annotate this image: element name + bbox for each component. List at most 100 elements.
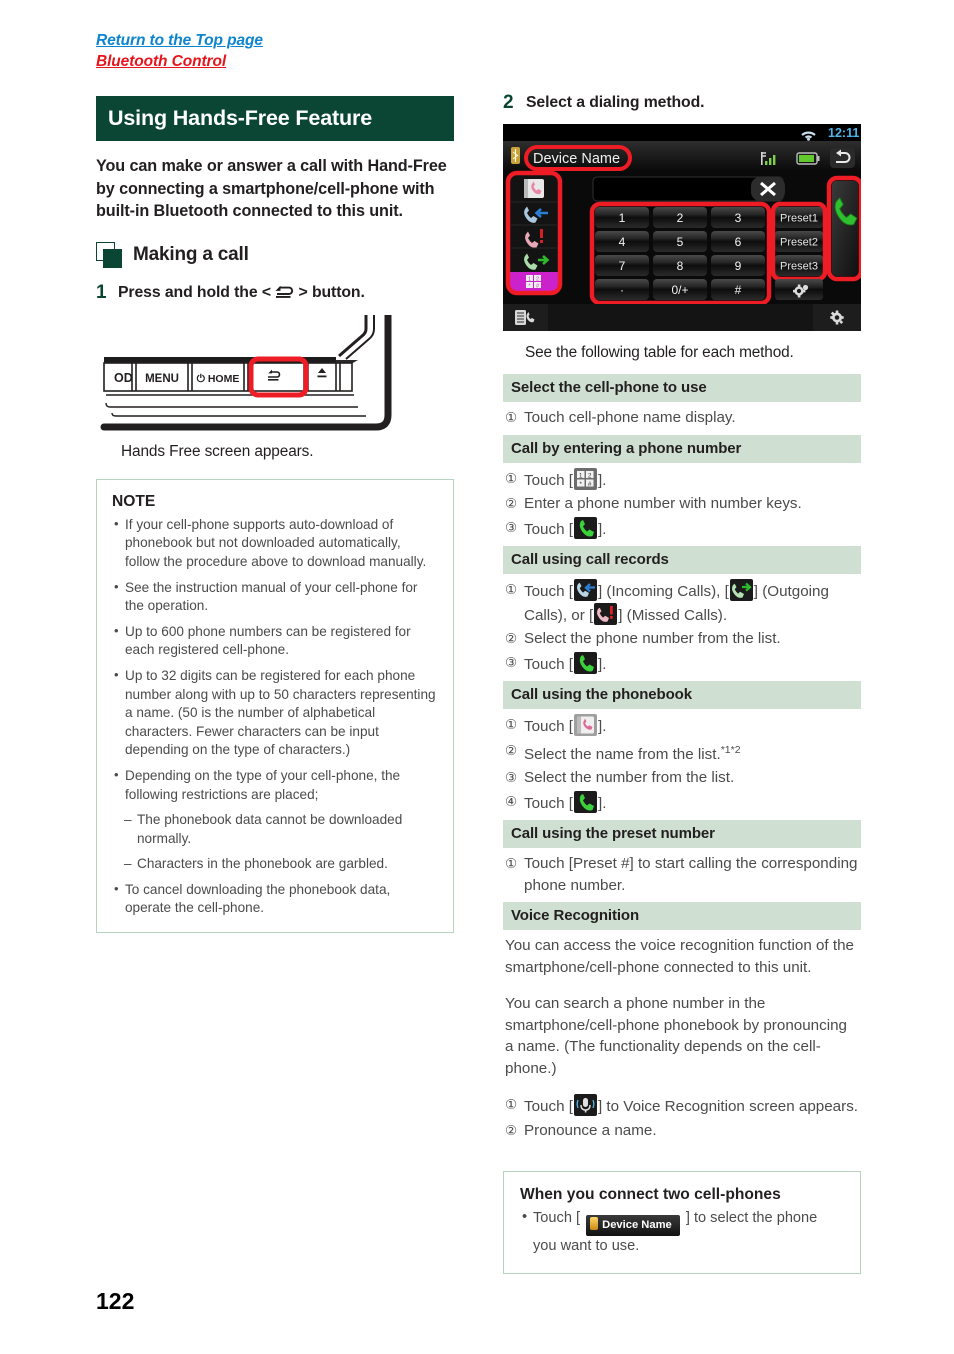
svg-text:#: #: [735, 283, 742, 297]
svg-text:Device Name: Device Name: [533, 151, 620, 167]
clear-x-icon: [751, 177, 785, 201]
step-1-caption: Hands Free screen appears.: [121, 442, 314, 460]
method-heading: Select the cell-phone to use: [503, 374, 861, 402]
method-line: ① Touch cell-phone name display.: [505, 407, 859, 429]
list-marker: ①: [505, 582, 518, 597]
list-marker: ①: [505, 1097, 518, 1113]
device-screen-screenshot: 12:11 Device Name 1 2 * # 1 2 3 4 5 6 7 …: [503, 124, 864, 331]
method-body: ① Touch cell-phone name display.: [503, 402, 861, 435]
right-column: 2 Select a dialing method. 12:11 Device …: [503, 92, 864, 1275]
list-marker: ②: [505, 496, 518, 511]
svg-text:9: 9: [735, 259, 742, 273]
method-line: ③ Select the number from the list.: [505, 767, 859, 789]
note-list: If your cell-phone supports auto-downloa…: [112, 515, 438, 918]
return-arrow-icon: [830, 148, 855, 168]
method-heading: Call using the preset number: [503, 820, 861, 849]
link-return-to-top[interactable]: Return to the Top page: [96, 30, 263, 51]
method-line: ① Touch [Preset #] to start calling the …: [505, 853, 859, 896]
list-text: Select the name from the list.*1*2: [524, 740, 859, 766]
list-marker: ②: [505, 1122, 518, 1138]
dialing-methods-table: Select the cell-phone to use ① Touch cel…: [503, 374, 861, 1147]
bluetooth-icon: [590, 1217, 599, 1231]
svg-text:1: 1: [579, 472, 583, 479]
method-body: ① Touch [Preset #] to start calling the …: [503, 848, 861, 902]
list-text: Touch [].: [524, 651, 859, 676]
method-heading: Call by entering a phone number: [503, 434, 861, 463]
list-text: Touch [1 2 * #].: [524, 467, 859, 492]
keypad-icon: 1 2 * #: [573, 467, 597, 490]
method-line: ② Select the name from the list.*1*2: [505, 740, 859, 766]
note-item: Up to 32 digits can be registered for ea…: [112, 666, 438, 760]
list-text: Enter a phone number with number keys.: [524, 495, 802, 512]
svg-text:5: 5: [677, 235, 684, 249]
method-body: ① Touch []. ② Select the name from the l…: [503, 709, 861, 820]
list-text: Touch [Preset #] to start calling the co…: [524, 855, 858, 894]
list-marker: ②: [505, 742, 518, 758]
list-text: Select the phone number from the list.: [524, 630, 781, 647]
outgoing-calls-icon: [729, 579, 753, 601]
method-heading: Call using call records: [503, 546, 861, 574]
note-item: Depending on the type of your cell-phone…: [112, 766, 438, 804]
phonebook-icon: [524, 179, 544, 198]
method-heading: Voice Recognition: [503, 902, 861, 931]
step-2-caption: See the following table for each method.: [525, 344, 794, 361]
step-2-text: Select a dialing method.: [526, 94, 705, 111]
link-bluetooth-control[interactable]: Bluetooth Control: [96, 51, 263, 72]
note-title: NOTE: [112, 492, 156, 510]
svg-text:1: 1: [619, 211, 626, 225]
subsection-label: Making a call: [133, 243, 249, 265]
subsection-heading: Making a call: [96, 241, 454, 268]
method-line: ② Select the phone number from the list.: [505, 628, 859, 650]
list-text: Touch [].: [524, 790, 859, 815]
note-subitem: Characters in the phonebook are garbled.: [112, 855, 438, 874]
step-1-text-after: > button.: [298, 283, 365, 301]
method-body: You can access the voice recognition fun…: [503, 930, 861, 1147]
method-line: ① Touch [] to Voice Recognition screen a…: [505, 1094, 859, 1118]
method-line: ③ Touch [].: [505, 651, 859, 676]
tip-list: Touch [ Device Name ] to select the phon…: [520, 1207, 844, 1257]
svg-text:2: 2: [588, 472, 592, 479]
top-links: Return to the Top page Bluetooth Control: [96, 30, 263, 72]
list-text: Select the number from the list.: [524, 769, 735, 787]
method-line: ① Touch [] (Incoming Calls), [] (Outgoin…: [505, 579, 859, 626]
manual-page: Return to the Top page Bluetooth Control…: [0, 0, 954, 1354]
missed-calls-icon: [594, 602, 618, 625]
step-1-text-before: Press and hold the <: [118, 283, 271, 301]
list-text: Touch cell-phone name display.: [524, 409, 736, 426]
method-body: ① Touch [1 2 * #]. ② Enter a phone number w…: [503, 463, 861, 547]
svg-text:6: 6: [735, 235, 742, 249]
list-marker: ①: [505, 856, 518, 872]
svg-text:#: #: [588, 481, 592, 488]
note-box: NOTE If your cell-phone supports auto-do…: [96, 478, 454, 934]
list-marker: ①: [505, 470, 518, 486]
method-line: ④ Touch [].: [505, 790, 859, 815]
method-line: ① Touch [].: [505, 714, 859, 738]
svg-text:4: 4: [619, 235, 626, 249]
svg-text:0/+: 0/+: [671, 283, 688, 297]
note-item: Up to 600 phone numbers can be registere…: [112, 622, 438, 660]
page-number: 122: [96, 1288, 135, 1314]
list-text: Touch [] (Incoming Calls), [] (Outgoing …: [524, 579, 859, 626]
incoming-calls-icon: [573, 579, 597, 601]
faceplate-illustration: OD MENU ⏻ HOME: [96, 311, 454, 435]
svg-text:2: 2: [536, 277, 539, 283]
return-button-glyph: [275, 284, 294, 305]
method-line: ② Enter a phone number with number keys.: [505, 493, 859, 515]
square-bullet-icon: [96, 241, 123, 268]
method-line: ① Touch [1 2 * #].: [505, 467, 859, 492]
list-marker: ②: [505, 631, 518, 646]
list-text: Touch [].: [524, 714, 859, 738]
step-1-text: Press and hold the < > button.: [118, 282, 365, 303]
method-paragraph: You can search a phone number in the sma…: [505, 995, 847, 1077]
note-subitem: The phonebook data cannot be downloaded …: [112, 811, 438, 848]
svg-text:2: 2: [677, 211, 684, 225]
note-item: If your cell-phone supports auto-downloa…: [112, 515, 438, 572]
svg-text:7: 7: [619, 259, 626, 273]
device-name-chip-label: Device Name: [602, 1219, 672, 1232]
list-text: Touch [] to Voice Recognition screen app…: [524, 1094, 859, 1118]
svg-text:1: 1: [528, 277, 531, 283]
svg-text:OD: OD: [114, 371, 133, 385]
list-text: Pronounce a name.: [524, 1121, 657, 1139]
left-column: Using Hands-Free Feature You can make or…: [96, 96, 454, 934]
phonebook-icon: [573, 714, 597, 736]
